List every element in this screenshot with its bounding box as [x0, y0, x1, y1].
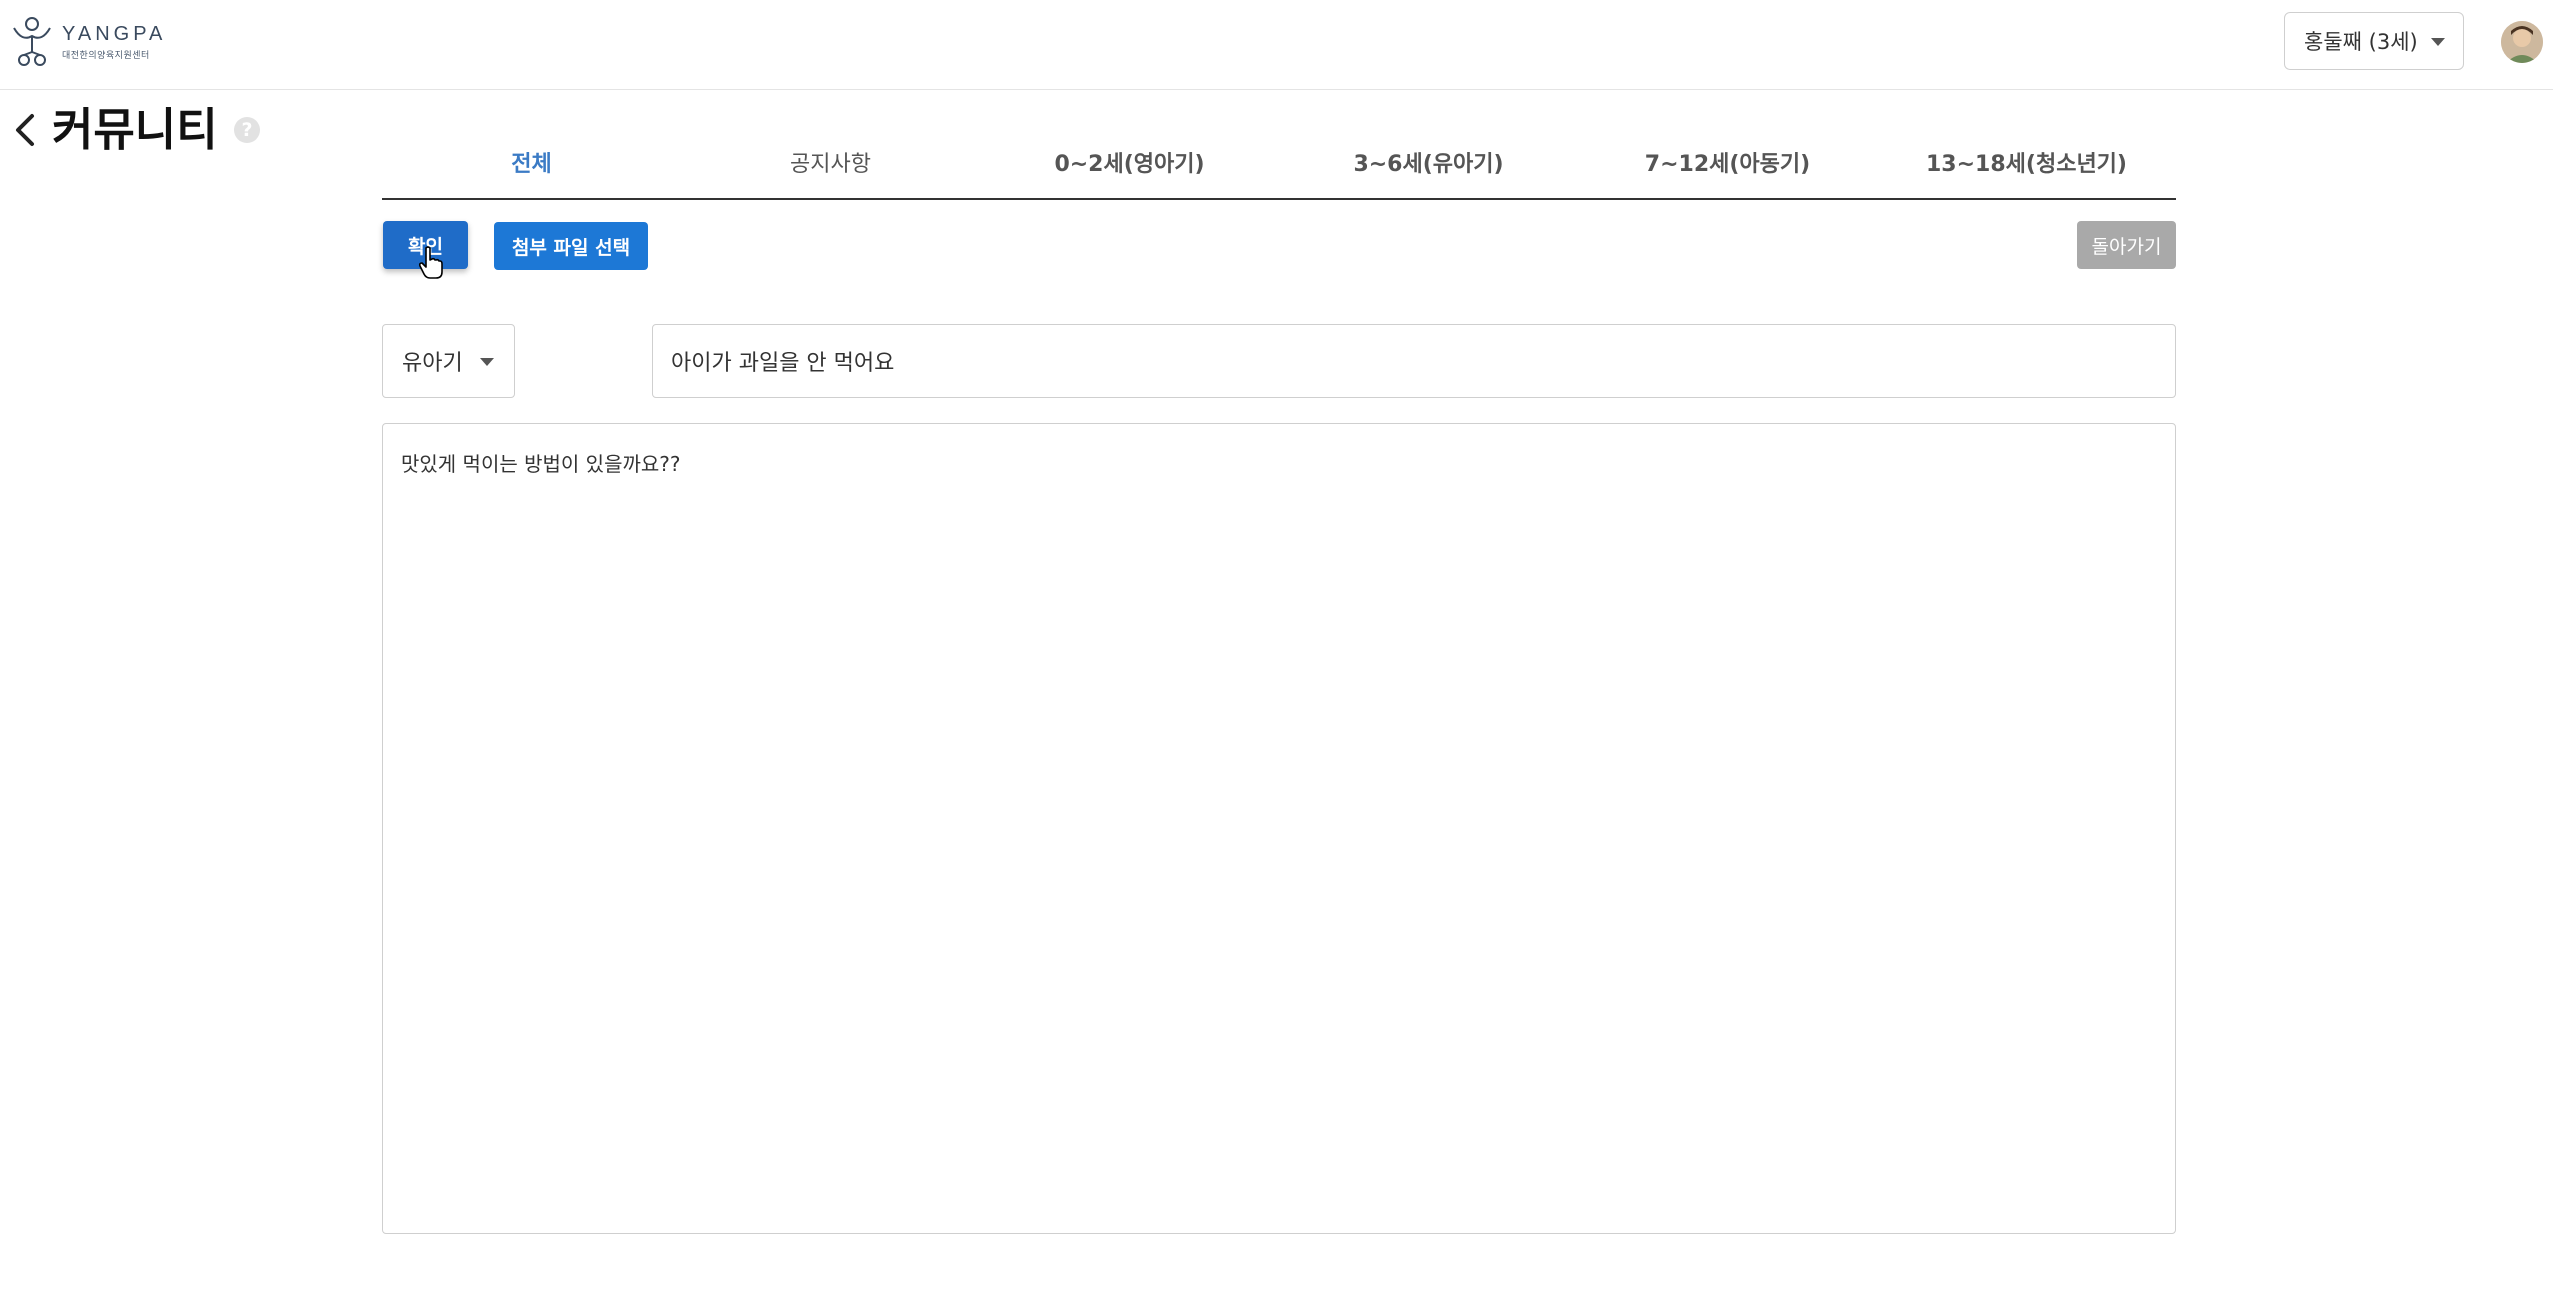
attach-file-button[interactable]: 첨부 파일 선택 — [494, 222, 648, 270]
tab-teen[interactable]: 13~18세(청소년기) — [1877, 140, 2176, 198]
return-button[interactable]: 돌아가기 — [2077, 221, 2176, 269]
tab-infant[interactable]: 0~2세(영아기) — [980, 140, 1279, 198]
post-body-textarea[interactable]: 맛있게 먹이는 방법이 있을까요?? — [382, 423, 2176, 1234]
logo-name: YANGPA — [62, 23, 167, 45]
avatar[interactable] — [2501, 21, 2543, 63]
caret-down-icon — [480, 358, 494, 366]
avatar-image — [2501, 21, 2543, 63]
category-select-value: 유아기 — [402, 351, 463, 376]
tab-child[interactable]: 7~12세(아동기) — [1578, 140, 1877, 198]
logo-icon — [13, 17, 51, 66]
top-bar: YANGPA 대전한의양육지원센터 홍둘째 (3세) — [0, 0, 2553, 90]
confirm-button[interactable]: 확인 — [383, 221, 468, 269]
logo[interactable]: YANGPA 대전한의양육지원센터 — [8, 14, 166, 70]
caret-down-icon — [2431, 38, 2445, 46]
category-select[interactable]: 유아기 — [382, 324, 515, 398]
back-arrow-icon[interactable] — [8, 108, 42, 152]
help-icon[interactable]: ? — [234, 117, 260, 143]
logo-subtitle: 대전한의양육지원센터 — [62, 51, 150, 61]
page-title: 커뮤니티 — [52, 103, 218, 156]
child-selector-label: 홍둘째 (3세) — [2304, 30, 2418, 54]
tab-notice[interactable]: 공지사항 — [681, 140, 980, 198]
post-title-input[interactable] — [652, 324, 2176, 398]
tab-all[interactable]: 전체 — [382, 140, 681, 198]
tab-toddler[interactable]: 3~6세(유아기) — [1279, 140, 1578, 198]
child-selector[interactable]: 홍둘째 (3세) — [2284, 12, 2464, 70]
category-tabs: 전체 공지사항 0~2세(영아기) 3~6세(유아기) 7~12세(아동기) 1… — [382, 140, 2176, 200]
